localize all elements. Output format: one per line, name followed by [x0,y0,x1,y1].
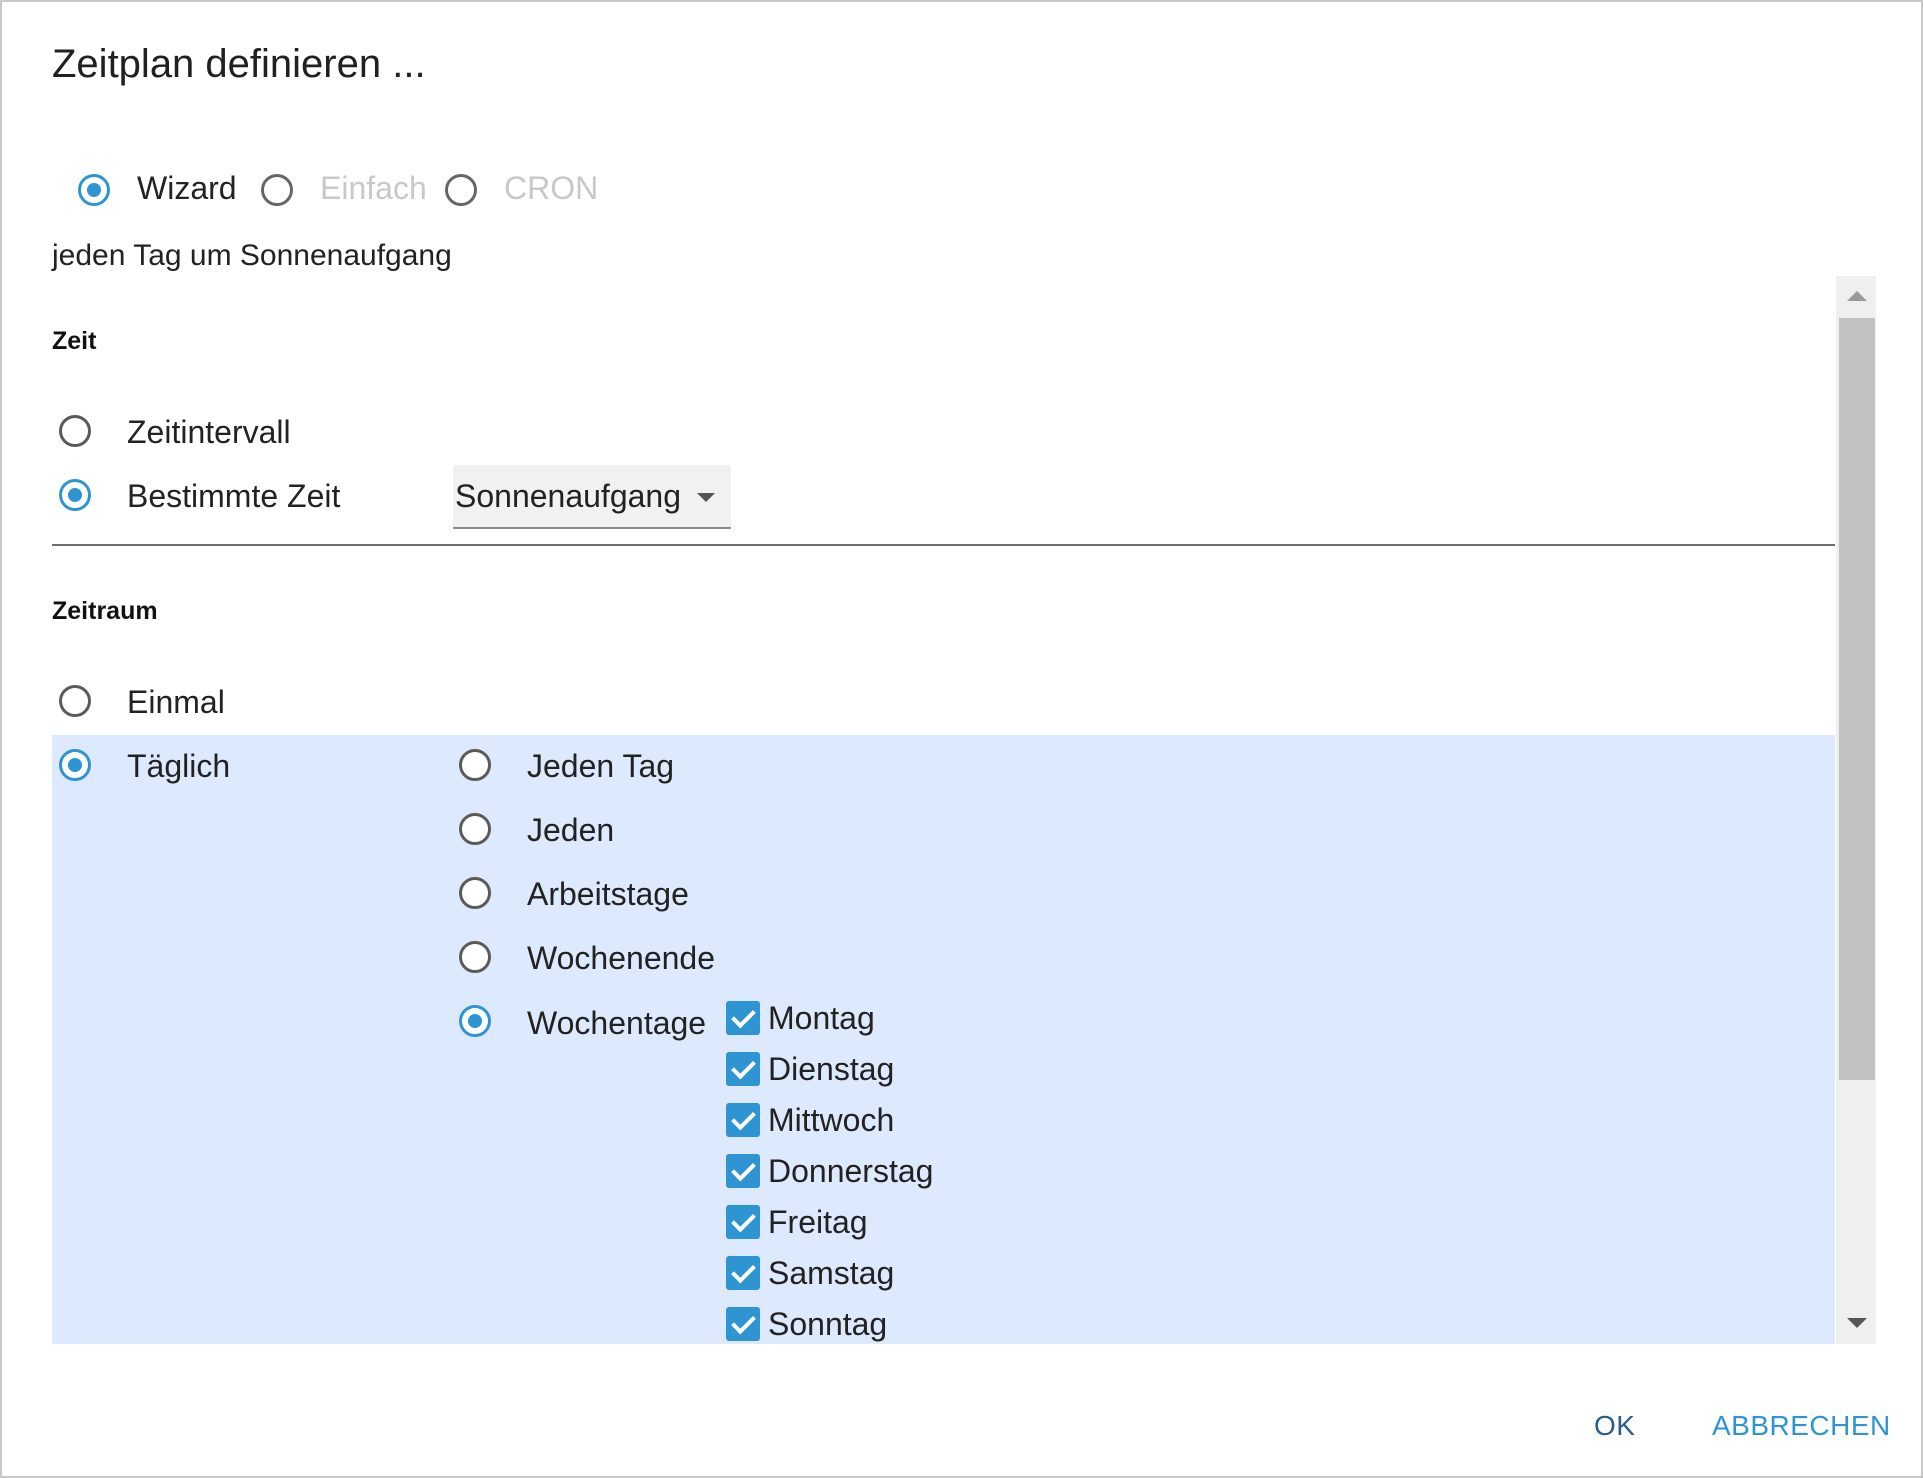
mode-cron-radio[interactable] [445,174,477,206]
taeglich-label[interactable]: Täglich [127,748,230,785]
ok-button[interactable]: OK [1594,1410,1635,1442]
daily-options-panel [52,735,1835,1344]
dienstag-checkbox[interactable] [726,1052,760,1086]
einmal-radio[interactable] [59,685,91,717]
wochentage-radio[interactable] [459,1005,491,1037]
mittwoch-checkbox[interactable] [726,1103,760,1137]
cancel-button[interactable]: ABBRECHEN [1712,1410,1891,1442]
mode-cron-label[interactable]: CRON [504,170,598,207]
schedule-dialog: Zeitplan definieren ... Wizard Einfach C… [0,0,1923,1478]
bestimmte-zeit-radio[interactable] [59,479,91,511]
arbeitstage-label[interactable]: Arbeitstage [527,876,689,913]
content-scrollbar[interactable] [1836,276,1876,1344]
scrollbar-thumb[interactable] [1839,318,1875,1080]
zeitintervall-radio[interactable] [59,415,91,447]
schedule-summary: jeden Tag um Sonnenaufgang [52,239,452,272]
scroll-down-arrow-icon[interactable] [1847,1318,1867,1328]
freitag-label[interactable]: Freitag [768,1204,868,1241]
taeglich-radio[interactable] [59,749,91,781]
dienstag-label[interactable]: Dienstag [768,1051,894,1088]
mode-einfach-radio[interactable] [261,174,293,206]
arbeitstage-radio[interactable] [459,877,491,909]
mode-wizard-radio[interactable] [78,174,110,206]
jeden-radio[interactable] [459,813,491,845]
bestimmte-zeit-label[interactable]: Bestimmte Zeit [127,478,340,515]
donnerstag-label[interactable]: Donnerstag [768,1153,933,1190]
freitag-checkbox[interactable] [726,1205,760,1239]
jeden-label[interactable]: Jeden [527,812,614,849]
sonntag-label[interactable]: Sonntag [768,1306,887,1343]
samstag-checkbox[interactable] [726,1256,760,1290]
mode-einfach-label[interactable]: Einfach [320,170,427,207]
zeit-heading: Zeit [52,327,97,355]
samstag-label[interactable]: Samstag [768,1255,894,1292]
montag-checkbox[interactable] [726,1001,760,1035]
wochentage-label[interactable]: Wochentage [527,1005,706,1042]
wochenende-radio[interactable] [459,941,491,973]
mittwoch-label[interactable]: Mittwoch [768,1102,894,1139]
jeden-tag-label[interactable]: Jeden Tag [527,748,674,785]
donnerstag-checkbox[interactable] [726,1154,760,1188]
zeitraum-heading: Zeitraum [52,597,158,625]
time-select[interactable]: Sonnenaufgang [453,465,731,529]
wochenende-label[interactable]: Wochenende [527,940,715,977]
dropdown-caret-icon [697,493,715,502]
section-divider [52,544,1835,546]
dialog-title: Zeitplan definieren ... [52,42,426,86]
jeden-tag-radio[interactable] [459,749,491,781]
einmal-label[interactable]: Einmal [127,684,225,721]
sonntag-checkbox[interactable] [726,1307,760,1341]
zeitintervall-label[interactable]: Zeitintervall [127,414,291,451]
montag-label[interactable]: Montag [768,1000,875,1037]
time-select-value: Sonnenaufgang [455,478,681,514]
mode-wizard-label[interactable]: Wizard [137,170,237,207]
scroll-up-arrow-icon[interactable] [1847,291,1867,301]
